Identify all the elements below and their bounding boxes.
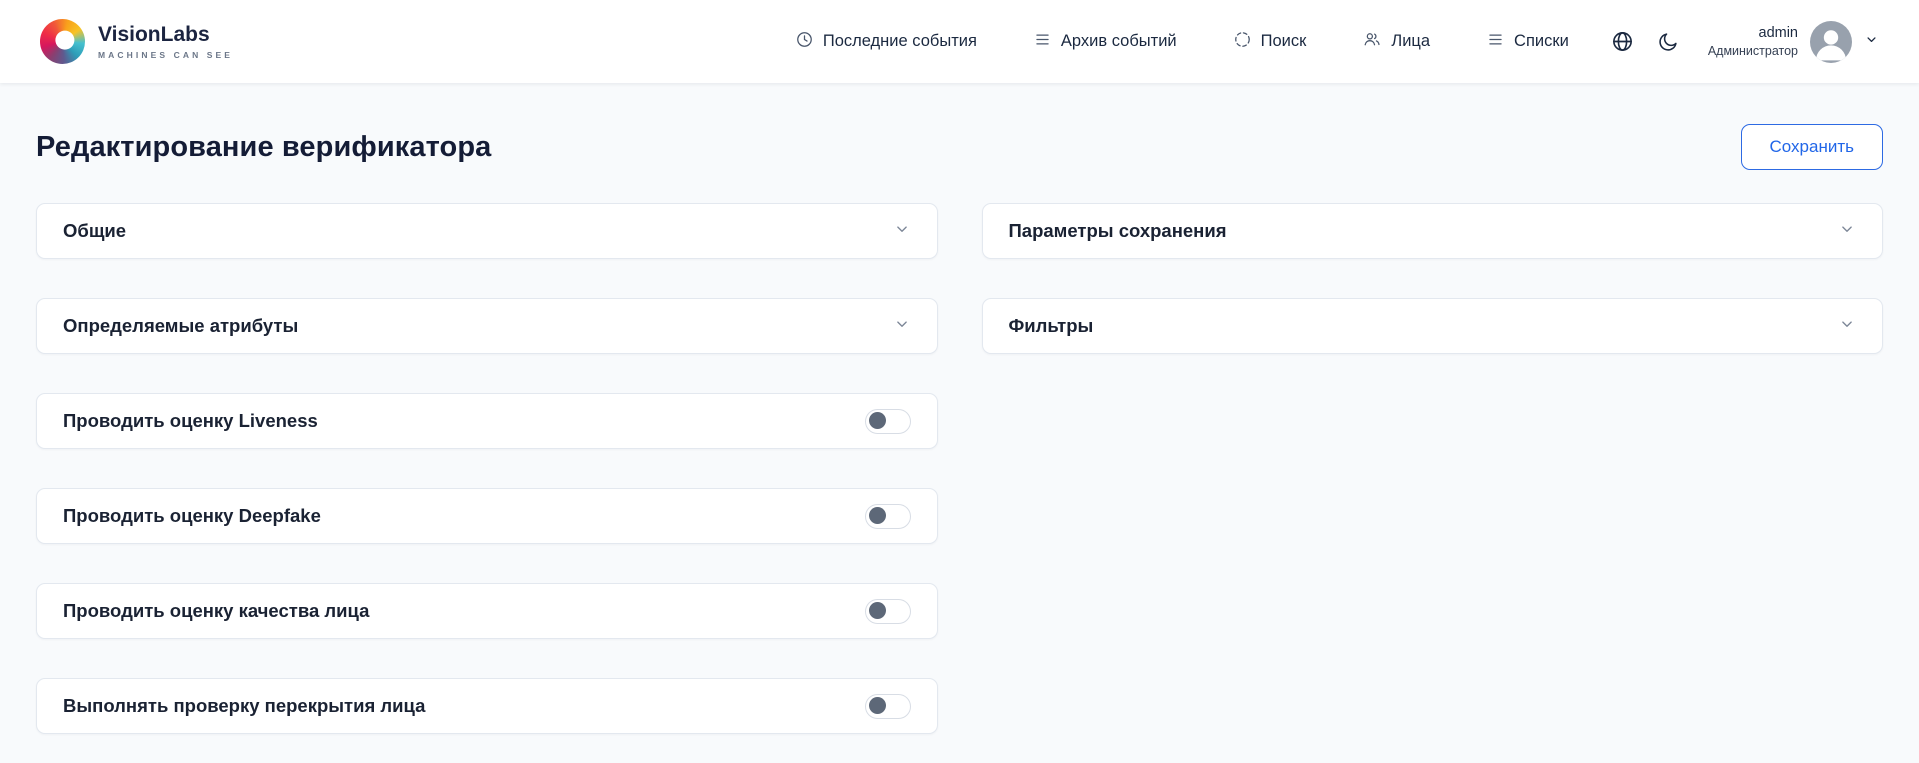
user-role: Администратор (1708, 43, 1798, 59)
nav-item-event-archive[interactable]: Архив событий (1033, 30, 1177, 54)
right-column: Параметры сохранения Фильтры (982, 203, 1884, 354)
nav-item-search[interactable]: Поиск (1233, 30, 1307, 54)
chevron-down-icon (1838, 315, 1856, 338)
toggle-row-face-occlusion: Выполнять проверку перекрытия лица (36, 678, 938, 734)
nav-item-lists[interactable]: Списки (1486, 30, 1569, 54)
clock-icon (795, 30, 814, 54)
nav-item-faces[interactable]: Лица (1362, 30, 1430, 54)
toggle-row-liveness: Проводить оценку Liveness (36, 393, 938, 449)
accordion-label: Параметры сохранения (1009, 220, 1227, 242)
toggle-label: Выполнять проверку перекрытия лица (63, 695, 425, 717)
scan-circle-icon (1233, 30, 1252, 54)
nav-item-label: Поиск (1261, 32, 1307, 51)
settings-columns: Общие Определяемые атрибуты Проводить оц… (36, 203, 1883, 734)
navbar-right-cluster: admin Администратор (1611, 21, 1879, 63)
list-icon (1033, 30, 1052, 54)
brand-text: VisionLabs MACHINES CAN SEE (98, 23, 233, 59)
user-menu[interactable]: admin Администратор (1708, 21, 1879, 63)
liveness-toggle[interactable] (865, 409, 911, 434)
toggle-row-face-quality: Проводить оценку качества лица (36, 583, 938, 639)
brand-tagline: MACHINES CAN SEE (98, 50, 233, 60)
nav-item-label: Лица (1391, 32, 1430, 51)
nav-item-label: Последние события (823, 32, 977, 51)
toggle-knob (869, 697, 886, 714)
toggle-row-deepfake: Проводить оценку Deepfake (36, 488, 938, 544)
avatar (1810, 21, 1852, 63)
chevron-down-icon (1864, 32, 1879, 52)
nav-item-label: Архив событий (1061, 32, 1177, 51)
nav-item-label: Списки (1514, 32, 1569, 51)
toggle-knob (869, 602, 886, 619)
toggle-label: Проводить оценку Deepfake (63, 505, 321, 527)
list-icon (1486, 30, 1505, 54)
accordion-label: Определяемые атрибуты (63, 315, 298, 337)
main-content: Редактирование верификатора Сохранить Об… (0, 124, 1919, 734)
dark-mode-moon-icon[interactable] (1657, 31, 1679, 53)
brand-logo[interactable]: VisionLabs MACHINES CAN SEE (40, 19, 233, 64)
accordion-detected-attributes[interactable]: Определяемые атрибуты (36, 298, 938, 354)
accordion-label: Общие (63, 220, 126, 242)
user-name: admin (1708, 24, 1798, 43)
page-title: Редактирование верификатора (36, 131, 491, 164)
chevron-down-icon (893, 315, 911, 338)
language-globe-icon[interactable] (1611, 30, 1634, 53)
face-occlusion-toggle[interactable] (865, 694, 911, 719)
accordion-save-params[interactable]: Параметры сохранения (982, 203, 1884, 259)
nav-item-latest-events[interactable]: Последние события (795, 30, 977, 54)
toggle-label: Проводить оценку качества лица (63, 600, 369, 622)
toggle-label: Проводить оценку Liveness (63, 410, 318, 432)
people-icon (1362, 30, 1382, 54)
left-column: Общие Определяемые атрибуты Проводить оц… (36, 203, 938, 734)
title-row: Редактирование верификатора Сохранить (36, 124, 1883, 170)
chevron-down-icon (893, 220, 911, 243)
user-info: admin Администратор (1708, 24, 1798, 59)
top-navbar: VisionLabs MACHINES CAN SEE Последние со… (0, 0, 1919, 83)
brand-name: VisionLabs (98, 23, 233, 46)
accordion-label: Фильтры (1009, 315, 1094, 337)
toggle-knob (869, 412, 886, 429)
visionlabs-logo-icon (40, 19, 85, 64)
accordion-filters[interactable]: Фильтры (982, 298, 1884, 354)
accordion-general[interactable]: Общие (36, 203, 938, 259)
save-button[interactable]: Сохранить (1741, 124, 1883, 170)
deepfake-toggle[interactable] (865, 504, 911, 529)
chevron-down-icon (1838, 220, 1856, 243)
face-quality-toggle[interactable] (865, 599, 911, 624)
toggle-knob (869, 507, 886, 524)
main-nav: Последние события Архив событий Поиск Ли… (795, 30, 1569, 54)
